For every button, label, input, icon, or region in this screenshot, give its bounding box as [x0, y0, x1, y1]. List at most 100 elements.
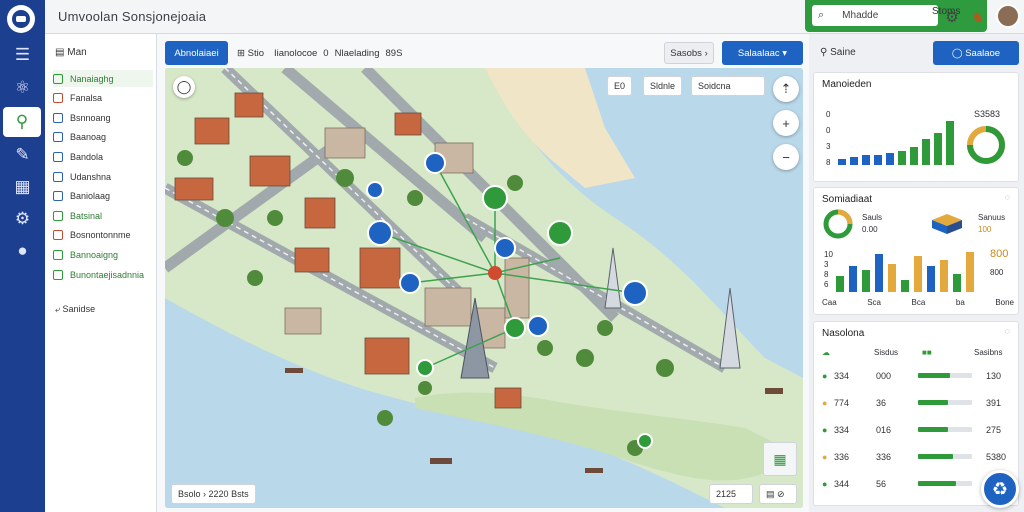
compass-icon[interactable]: ⇡	[773, 76, 799, 102]
row-value-a: 344	[834, 479, 850, 489]
summary-donut	[967, 126, 1005, 164]
layer-icon	[53, 191, 63, 202]
map-tools[interactable]: ▤ ⊘	[759, 484, 797, 504]
chart-icon[interactable]: ▦	[0, 172, 45, 202]
card-title: Nasolona	[822, 328, 865, 339]
route-icon[interactable]: ⚲	[3, 107, 41, 137]
view-dropdown[interactable]: Salaalaac ▾	[722, 41, 803, 65]
sidebar-item[interactable]: Baniolaag	[53, 188, 153, 205]
bar-mark	[836, 276, 844, 292]
notification-icon[interactable]: ♞	[968, 7, 988, 27]
sidebar-item[interactable]: Baanoag	[53, 129, 153, 146]
filter-dropdown[interactable]: Sasobs ›	[664, 42, 714, 64]
nav-rail: ☰ ⚛ ⚲ ✎ ▦ ⚙ ●	[0, 0, 45, 512]
stat-legend-b: Sanuus 100	[978, 213, 1006, 234]
row-value-b: 000	[876, 371, 892, 381]
gear-icon[interactable]: ⚙	[942, 7, 962, 27]
sidebar-item[interactable]: Nanaiaghg	[53, 70, 153, 87]
layer-icon	[53, 210, 63, 221]
card-title: Somiadiaat	[822, 194, 873, 205]
info-icon[interactable]: ◌	[1005, 326, 1010, 336]
layers-icon[interactable]: ☰	[0, 40, 45, 70]
row-bar	[918, 481, 956, 486]
layers-preview-icon: ▦	[773, 450, 787, 467]
status-dot-icon: ●	[822, 452, 828, 462]
status-dot-icon: ●	[822, 479, 828, 489]
grid-icon: ⊞	[237, 47, 248, 59]
settings-icon[interactable]: ⚙	[0, 204, 45, 234]
layer-icon	[53, 112, 63, 123]
row-value-b: 016	[876, 425, 892, 435]
bar-mark	[953, 274, 961, 292]
sidebar-item[interactable]: Bandola	[53, 148, 153, 165]
minimap-toggle[interactable]: ▦	[763, 442, 797, 476]
bar-mark	[946, 121, 954, 165]
action-button[interactable]: ◯ Saalaoe	[933, 41, 1019, 65]
sidebar-item-label: Nanaiaghg	[70, 73, 114, 84]
sidebar-item[interactable]: Batsinal	[53, 207, 153, 224]
sidebar-footer[interactable]: ⤶ Sanidse	[55, 304, 95, 315]
row-value-a: 334	[834, 371, 850, 381]
row-value-b: 336	[876, 452, 892, 462]
locate-icon[interactable]: ◯	[173, 76, 195, 98]
sidebar-item[interactable]: Udanshna	[53, 168, 153, 185]
zoom-in-icon[interactable]: +	[773, 110, 799, 136]
sidebar-item[interactable]: Fanalsa	[53, 90, 153, 107]
stat-legend-a: Sauls 0.00	[862, 213, 883, 234]
app-title: Umvoolan Sonsjonejoaia	[58, 9, 207, 24]
search-input[interactable]: ⌕ Mhadde	[812, 5, 938, 26]
edit-icon[interactable]: ✎	[0, 140, 45, 170]
sidebar-item-label: Udanshna	[70, 171, 112, 182]
table-header: ☁ Sisdus ■■ Sasibns	[822, 348, 1003, 357]
sidebar-item[interactable]: Bosnontonnme	[53, 227, 153, 244]
coordinate-readout: 2125	[709, 484, 753, 504]
table-row[interactable]: ● 334 016 275	[822, 420, 1014, 440]
layer-icon	[53, 132, 63, 143]
row-value-a: 334	[834, 425, 850, 435]
bar-mark	[862, 155, 870, 165]
refresh-button[interactable]: ♻	[981, 470, 1019, 508]
layer-icon	[53, 230, 63, 241]
info-icon[interactable]: ◌	[1005, 192, 1010, 202]
row-value-c: 5380	[986, 452, 1007, 462]
sidebar-item-label: Fanalsa	[70, 93, 103, 104]
table-row[interactable]: ● 336 336 5380	[822, 447, 1014, 467]
row-value-a: 336	[834, 452, 850, 462]
primary-button[interactable]: Abnolaiaei	[165, 41, 228, 65]
bar-mark	[910, 147, 918, 165]
row-value-b: 56	[876, 479, 887, 489]
analytics-panel: ⚲ Saine ◯ Saalaoe Manoieden S3583 0038 S…	[809, 34, 1024, 512]
layer-icon	[53, 171, 63, 182]
map-chip-a[interactable]: E0	[607, 76, 633, 96]
stat-donut	[823, 209, 853, 239]
share-icon[interactable]: ⚛	[0, 73, 45, 103]
bar-mark	[875, 254, 883, 292]
bar-mark	[914, 256, 922, 292]
row-bar	[918, 454, 954, 459]
sidebar-item[interactable]: Bannoaigng	[53, 246, 153, 263]
bar-mark	[838, 159, 846, 165]
pin-icon[interactable]: ●	[0, 236, 45, 266]
app-logo[interactable]	[7, 5, 35, 33]
sidebar-item[interactable]: Bsnnoang	[53, 109, 153, 126]
row-value-b: 36	[876, 398, 887, 408]
row-bar	[918, 400, 948, 405]
map-chip-c[interactable]: Soidcna	[691, 76, 765, 96]
zoom-out-icon[interactable]: −	[773, 144, 799, 170]
sidebar-item-label: Bosnontonnme	[70, 230, 131, 241]
scale-readout: Bsolo › 2220 Bsts	[171, 484, 256, 504]
table-row[interactable]: ● 774 36 391	[822, 393, 1014, 413]
bar-mark	[901, 280, 909, 292]
map-chip-b[interactable]: Sldnle	[643, 76, 683, 96]
city-map[interactable]: ◯ E0 Sldnle Soidcna ⇡ + − ▦ Bsolo › 2220…	[165, 68, 803, 508]
avatar[interactable]	[996, 4, 1020, 28]
bar-mark	[927, 266, 935, 292]
bar-mark	[886, 153, 894, 165]
stat-bars	[836, 252, 974, 292]
layer-sidebar: ▤ Man Nanaiaghg Fanalsa Bsnnoang Baanoag Ban…	[45, 34, 157, 512]
status-dot-icon: ●	[822, 371, 828, 381]
table-row[interactable]: ● 334 000 130	[822, 366, 1014, 386]
status-dot-icon: ●	[822, 398, 828, 408]
sidebar-item[interactable]: Bunontaejisadnnia	[53, 266, 153, 283]
sidebar-item-label: Bsnnoang	[70, 112, 111, 123]
